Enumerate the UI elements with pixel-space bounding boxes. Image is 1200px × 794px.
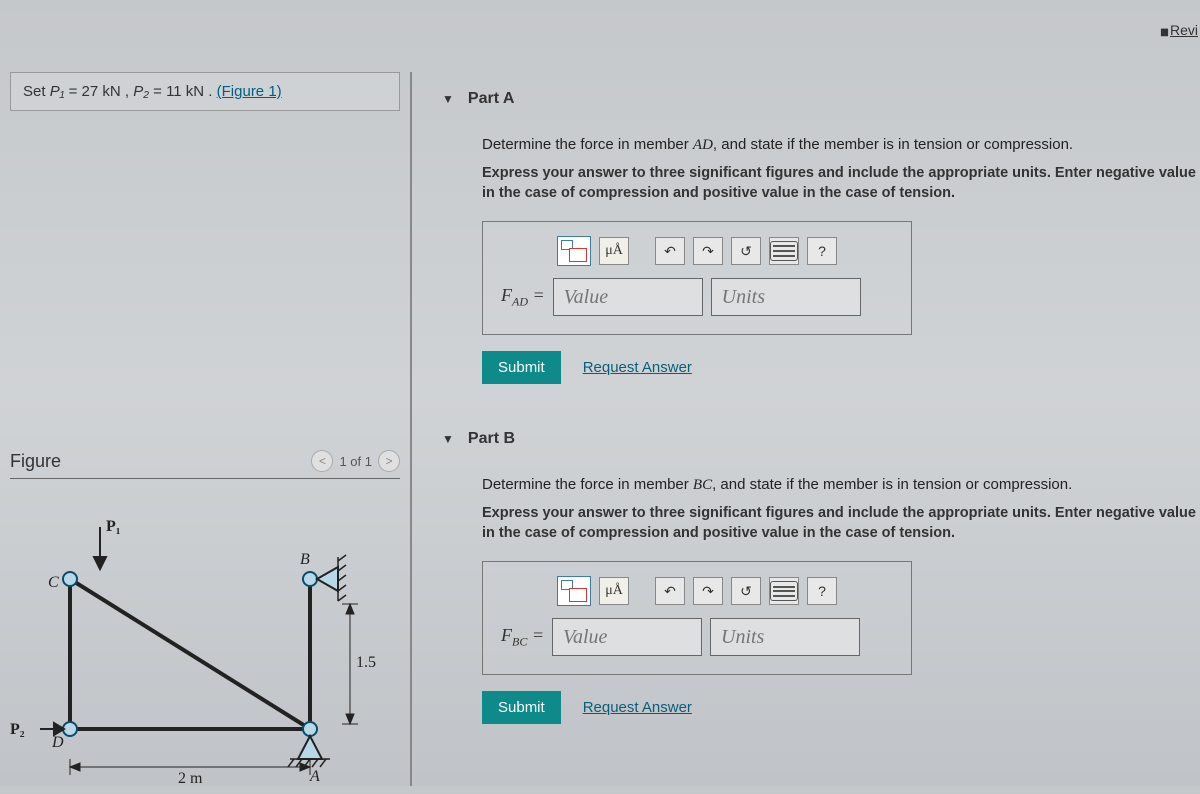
text: Set: [23, 83, 50, 100]
var-p1: P₁: [50, 83, 65, 100]
answer-box: μÅ ↶ ↷ ↺ ? FBC =: [482, 561, 912, 675]
value-input[interactable]: [553, 278, 703, 316]
keyboard-icon: [770, 241, 798, 261]
redo-button[interactable]: ↷: [693, 237, 723, 265]
label-a: A: [309, 768, 320, 785]
reset-button[interactable]: ↺: [731, 237, 761, 265]
units-picker-button[interactable]: μÅ: [599, 237, 629, 265]
label-p1: P₁: [106, 518, 121, 535]
variable-label: FBC =: [501, 625, 544, 650]
units-input[interactable]: [711, 278, 861, 316]
reset-button[interactable]: ↺: [731, 577, 761, 605]
part-title: Part A: [468, 90, 515, 108]
submit-button[interactable]: Submit: [482, 351, 561, 384]
request-answer-link[interactable]: Request Answer: [583, 699, 692, 716]
collapse-icon[interactable]: ▼: [442, 432, 454, 446]
instruction-text: Express your answer to three significant…: [482, 164, 1200, 203]
var-p2: P₂: [133, 83, 149, 100]
text: = 27 kN ,: [64, 83, 133, 100]
text: = 11 kN .: [149, 83, 217, 100]
request-answer-link[interactable]: Request Answer: [583, 359, 692, 376]
problem-statement: Set P₁ = 27 kN , P₂ = 11 kN . (Figure 1): [10, 72, 400, 111]
pager-prev-button[interactable]: <: [311, 450, 333, 472]
label-c: C: [48, 574, 59, 591]
part-a-section: ▼ Part A Determine the force in member A…: [442, 72, 1200, 384]
redo-button[interactable]: ↷: [693, 577, 723, 605]
label-b: B: [300, 551, 310, 568]
units-picker-button[interactable]: μÅ: [599, 577, 629, 605]
keyboard-button[interactable]: [769, 237, 799, 265]
question-text: Determine the force in member AD, and st…: [482, 136, 1200, 154]
undo-button[interactable]: ↶: [655, 237, 685, 265]
part-b-section: ▼ Part B Determine the force in member B…: [442, 412, 1200, 724]
figure-title: Figure: [10, 451, 61, 472]
help-button[interactable]: ?: [807, 237, 837, 265]
submit-button[interactable]: Submit: [482, 691, 561, 724]
value-input[interactable]: [552, 618, 702, 656]
label-width: 2 m: [178, 770, 203, 787]
review-link[interactable]: Revi: [1160, 22, 1198, 38]
label-height: 1.5 m: [356, 654, 380, 671]
help-button[interactable]: ?: [807, 577, 837, 605]
figure-link[interactable]: (Figure 1): [217, 83, 282, 100]
truss-figure: P₁ P₂ C B D A 2 m 1.5 m: [10, 509, 380, 789]
part-title: Part B: [468, 430, 515, 448]
label-d: D: [51, 734, 64, 751]
templates-button[interactable]: [557, 576, 591, 606]
label-p2: P₂: [10, 721, 25, 738]
variable-label: FAD =: [501, 285, 545, 310]
collapse-icon[interactable]: ▼: [442, 92, 454, 106]
keyboard-button[interactable]: [769, 577, 799, 605]
figure-pager: < 1 of 1 >: [311, 450, 400, 472]
figure-header: Figure < 1 of 1 >: [10, 450, 400, 479]
undo-button[interactable]: ↶: [655, 577, 685, 605]
pager-next-button[interactable]: >: [378, 450, 400, 472]
keyboard-icon: [770, 581, 798, 601]
instruction-text: Express your answer to three significant…: [482, 504, 1200, 543]
templates-button[interactable]: [557, 236, 591, 266]
answer-box: μÅ ↶ ↷ ↺ ? FAD =: [482, 221, 912, 335]
question-text: Determine the force in member BC, and st…: [482, 476, 1200, 494]
pager-label: 1 of 1: [339, 454, 372, 469]
units-input[interactable]: [710, 618, 860, 656]
